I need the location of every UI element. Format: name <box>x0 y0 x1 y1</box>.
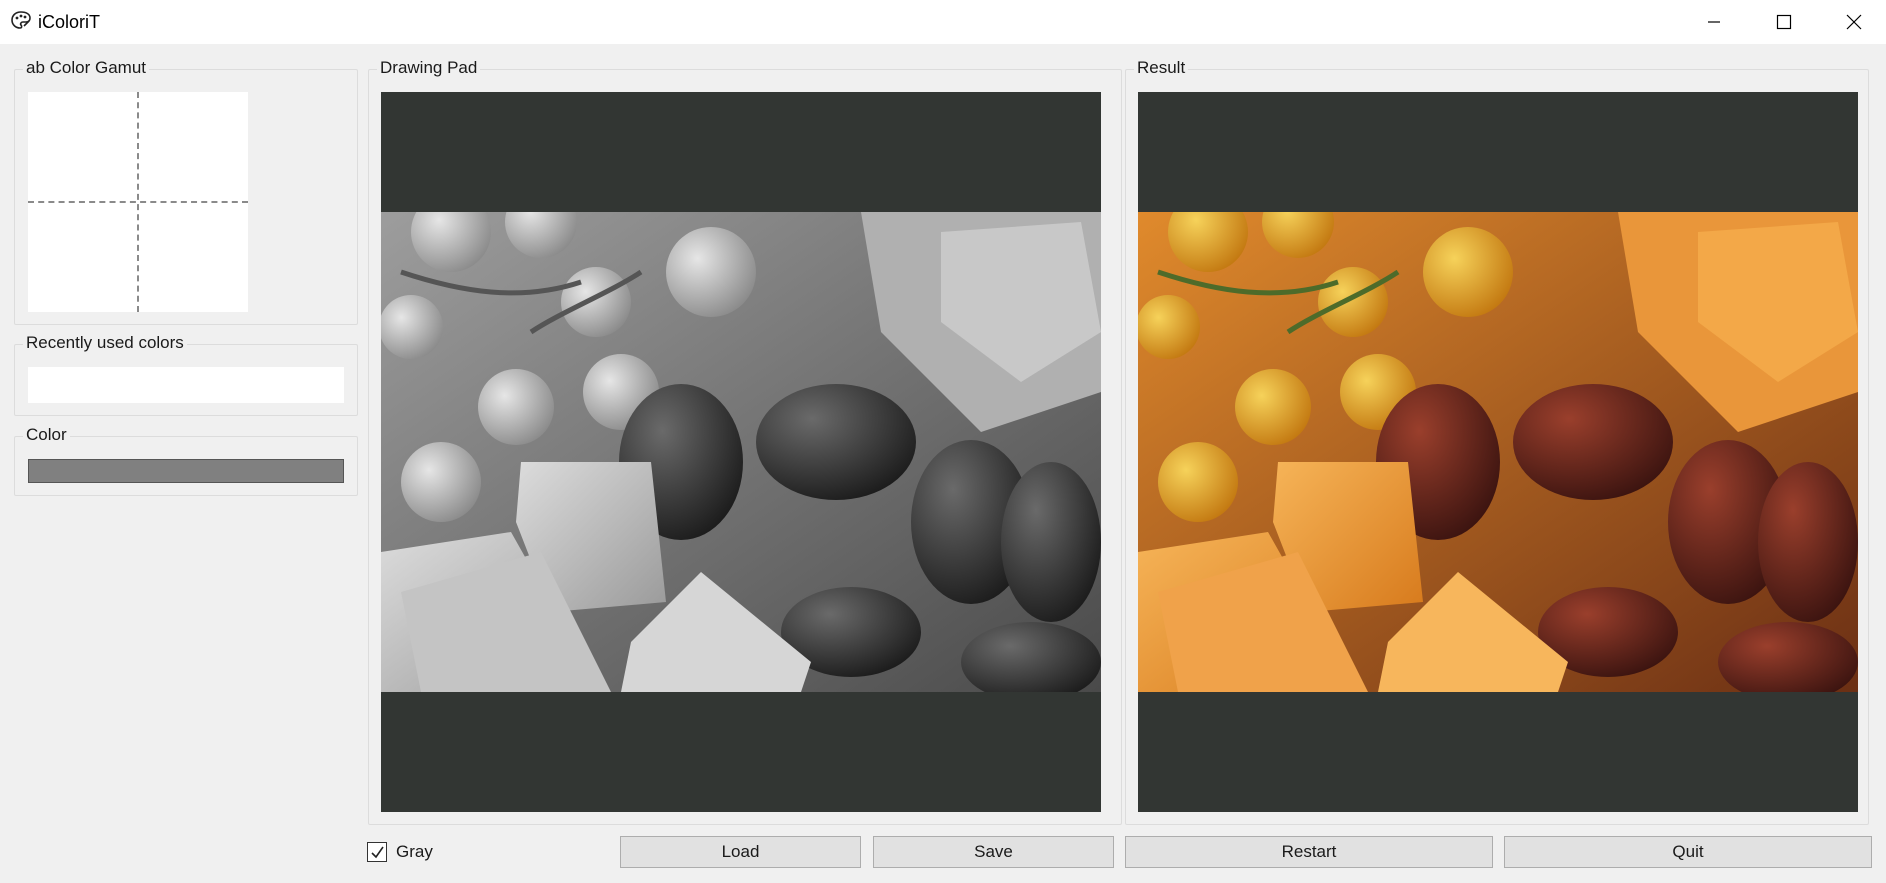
recent-colors-label: Recently used colors <box>23 333 187 353</box>
gamut-group-label: ab Color Gamut <box>23 58 149 78</box>
recent-colors-swatches[interactable] <box>28 367 344 403</box>
close-icon <box>1846 14 1862 30</box>
quit-button[interactable]: Quit <box>1504 836 1872 868</box>
restart-button[interactable]: Restart <box>1125 836 1493 868</box>
save-button[interactable]: Save <box>873 836 1114 868</box>
colorized-image <box>1138 212 1858 692</box>
current-color-swatch[interactable] <box>28 459 344 483</box>
maximize-button[interactable] <box>1749 0 1819 44</box>
gray-checkbox[interactable] <box>367 842 387 862</box>
load-button[interactable]: Load <box>620 836 861 868</box>
ab-color-gamut-picker[interactable] <box>28 92 248 312</box>
gamut-vertical-axis <box>137 92 139 312</box>
gray-label: Gray <box>396 842 433 861</box>
color-group-label: Color <box>23 425 70 445</box>
palette-icon <box>10 10 32 30</box>
drawing-pad-canvas[interactable] <box>381 92 1101 812</box>
app-title: iColoriT <box>38 12 101 32</box>
result-canvas <box>1138 92 1858 812</box>
title-bar: iColoriT <box>0 0 1886 44</box>
maximize-icon <box>1776 14 1792 30</box>
drawing-pad-label: Drawing Pad <box>377 58 481 78</box>
grayscale-image <box>381 212 1101 692</box>
checkmark-icon <box>371 846 384 859</box>
minimize-button[interactable] <box>1679 0 1749 44</box>
close-button[interactable] <box>1819 0 1886 44</box>
result-label: Result <box>1134 58 1189 78</box>
minimize-icon <box>1708 21 1720 23</box>
